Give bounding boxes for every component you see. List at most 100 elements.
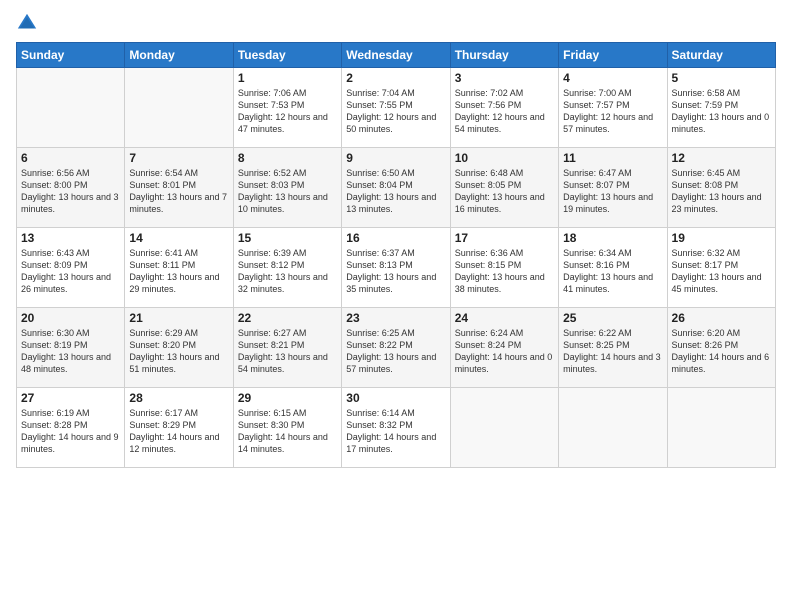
calendar-cell: 29 Sunrise: 6:15 AM Sunset: 8:30 PM Dayli…: [233, 388, 341, 468]
day-info: Sunrise: 6:45 AM Sunset: 8:08 PM Dayligh…: [672, 167, 771, 216]
day-info: Sunrise: 6:37 AM Sunset: 8:13 PM Dayligh…: [346, 247, 445, 296]
logo: [16, 10, 38, 34]
calendar-cell: [559, 388, 667, 468]
day-number: 19: [672, 231, 771, 245]
weekday-header-friday: Friday: [559, 43, 667, 68]
day-info: Sunrise: 6:19 AM Sunset: 8:28 PM Dayligh…: [21, 407, 120, 456]
calendar-cell: 12 Sunrise: 6:45 AM Sunset: 8:08 PM Dayli…: [667, 148, 775, 228]
day-number: 3: [455, 71, 554, 85]
day-number: 2: [346, 71, 445, 85]
day-info: Sunrise: 6:39 AM Sunset: 8:12 PM Dayligh…: [238, 247, 337, 296]
calendar-cell: 25 Sunrise: 6:22 AM Sunset: 8:25 PM Dayli…: [559, 308, 667, 388]
day-info: Sunrise: 7:02 AM Sunset: 7:56 PM Dayligh…: [455, 87, 554, 136]
day-number: 4: [563, 71, 662, 85]
calendar-cell: 23Sunrise: 6:25 AM Sunset: 8:22 PM Dayli…: [342, 308, 450, 388]
calendar-cell: 18 Sunrise: 6:34 AM Sunset: 8:16 PM Dayli…: [559, 228, 667, 308]
calendar-cell: 11 Sunrise: 6:47 AM Sunset: 8:07 PM Dayli…: [559, 148, 667, 228]
day-number: 30: [346, 391, 445, 405]
calendar-cell: 19 Sunrise: 6:32 AM Sunset: 8:17 PM Dayli…: [667, 228, 775, 308]
weekday-header-wednesday: Wednesday: [342, 43, 450, 68]
calendar-cell: 6Sunrise: 6:56 AM Sunset: 8:00 PM Daylig…: [17, 148, 125, 228]
weekday-header-monday: Monday: [125, 43, 233, 68]
calendar-cell: 20Sunrise: 6:30 AM Sunset: 8:19 PM Dayli…: [17, 308, 125, 388]
logo-icon: [16, 12, 38, 34]
calendar-cell: 16Sunrise: 6:37 AM Sunset: 8:13 PM Dayli…: [342, 228, 450, 308]
calendar-week-row: 13 Sunrise: 6:43 AM Sunset: 8:09 PM Dayli…: [17, 228, 776, 308]
day-info: Sunrise: 6:36 AM Sunset: 8:15 PM Dayligh…: [455, 247, 554, 296]
day-info: Sunrise: 6:20 AM Sunset: 8:26 PM Dayligh…: [672, 327, 771, 376]
day-info: Sunrise: 6:29 AM Sunset: 8:20 PM Dayligh…: [129, 327, 228, 376]
calendar-cell: [125, 68, 233, 148]
calendar-cell: 24Sunrise: 6:24 AM Sunset: 8:24 PM Dayli…: [450, 308, 558, 388]
day-number: 6: [21, 151, 120, 165]
day-info: Sunrise: 6:14 AM Sunset: 8:32 PM Dayligh…: [346, 407, 445, 456]
calendar-cell: 10 Sunrise: 6:48 AM Sunset: 8:05 PM Dayli…: [450, 148, 558, 228]
day-info: Sunrise: 7:06 AM Sunset: 7:53 PM Dayligh…: [238, 87, 337, 136]
weekday-header-thursday: Thursday: [450, 43, 558, 68]
calendar-cell: 9 Sunrise: 6:50 AM Sunset: 8:04 PM Daylig…: [342, 148, 450, 228]
day-number: 11: [563, 151, 662, 165]
calendar-cell: 2 Sunrise: 7:04 AM Sunset: 7:55 PM Daylig…: [342, 68, 450, 148]
weekday-header-row: SundayMondayTuesdayWednesdayThursdayFrid…: [17, 43, 776, 68]
day-info: Sunrise: 6:32 AM Sunset: 8:17 PM Dayligh…: [672, 247, 771, 296]
weekday-header-saturday: Saturday: [667, 43, 775, 68]
day-info: Sunrise: 6:54 AM Sunset: 8:01 PM Dayligh…: [129, 167, 228, 216]
day-info: Sunrise: 6:43 AM Sunset: 8:09 PM Dayligh…: [21, 247, 120, 296]
calendar-cell: 15Sunrise: 6:39 AM Sunset: 8:12 PM Dayli…: [233, 228, 341, 308]
day-number: 18: [563, 231, 662, 245]
day-info: Sunrise: 6:34 AM Sunset: 8:16 PM Dayligh…: [563, 247, 662, 296]
calendar-cell: 4 Sunrise: 7:00 AM Sunset: 7:57 PM Daylig…: [559, 68, 667, 148]
page: SundayMondayTuesdayWednesdayThursdayFrid…: [0, 0, 792, 612]
day-number: 29: [238, 391, 337, 405]
calendar-cell: 7Sunrise: 6:54 AM Sunset: 8:01 PM Daylig…: [125, 148, 233, 228]
day-number: 27: [21, 391, 120, 405]
weekday-header-tuesday: Tuesday: [233, 43, 341, 68]
day-number: 22: [238, 311, 337, 325]
calendar-cell: 14 Sunrise: 6:41 AM Sunset: 8:11 PM Dayli…: [125, 228, 233, 308]
calendar-cell: [667, 388, 775, 468]
day-number: 9: [346, 151, 445, 165]
day-info: Sunrise: 6:24 AM Sunset: 8:24 PM Dayligh…: [455, 327, 554, 376]
calendar-cell: [450, 388, 558, 468]
calendar-cell: 8 Sunrise: 6:52 AM Sunset: 8:03 PM Daylig…: [233, 148, 341, 228]
day-info: Sunrise: 6:52 AM Sunset: 8:03 PM Dayligh…: [238, 167, 337, 216]
day-number: 17: [455, 231, 554, 245]
day-info: Sunrise: 6:47 AM Sunset: 8:07 PM Dayligh…: [563, 167, 662, 216]
day-number: 5: [672, 71, 771, 85]
day-number: 8: [238, 151, 337, 165]
day-info: Sunrise: 6:27 AM Sunset: 8:21 PM Dayligh…: [238, 327, 337, 376]
calendar-cell: 17 Sunrise: 6:36 AM Sunset: 8:15 PM Dayli…: [450, 228, 558, 308]
calendar-cell: [17, 68, 125, 148]
calendar-week-row: 20Sunrise: 6:30 AM Sunset: 8:19 PM Dayli…: [17, 308, 776, 388]
day-info: Sunrise: 6:41 AM Sunset: 8:11 PM Dayligh…: [129, 247, 228, 296]
calendar-cell: 28Sunrise: 6:17 AM Sunset: 8:29 PM Dayli…: [125, 388, 233, 468]
day-number: 1: [238, 71, 337, 85]
day-info: Sunrise: 6:58 AM Sunset: 7:59 PM Dayligh…: [672, 87, 771, 136]
calendar-cell: 22 Sunrise: 6:27 AM Sunset: 8:21 PM Dayli…: [233, 308, 341, 388]
day-info: Sunrise: 7:00 AM Sunset: 7:57 PM Dayligh…: [563, 87, 662, 136]
day-number: 12: [672, 151, 771, 165]
day-number: 13: [21, 231, 120, 245]
calendar-week-row: 27 Sunrise: 6:19 AM Sunset: 8:28 PM Dayli…: [17, 388, 776, 468]
day-info: Sunrise: 6:30 AM Sunset: 8:19 PM Dayligh…: [21, 327, 120, 376]
day-info: Sunrise: 6:17 AM Sunset: 8:29 PM Dayligh…: [129, 407, 228, 456]
day-number: 25: [563, 311, 662, 325]
day-info: Sunrise: 7:04 AM Sunset: 7:55 PM Dayligh…: [346, 87, 445, 136]
calendar-week-row: 6Sunrise: 6:56 AM Sunset: 8:00 PM Daylig…: [17, 148, 776, 228]
calendar-cell: 1 Sunrise: 7:06 AM Sunset: 7:53 PM Daylig…: [233, 68, 341, 148]
day-number: 10: [455, 151, 554, 165]
day-info: Sunrise: 6:15 AM Sunset: 8:30 PM Dayligh…: [238, 407, 337, 456]
calendar-cell: 13 Sunrise: 6:43 AM Sunset: 8:09 PM Dayli…: [17, 228, 125, 308]
day-info: Sunrise: 6:48 AM Sunset: 8:05 PM Dayligh…: [455, 167, 554, 216]
calendar-cell: 5 Sunrise: 6:58 AM Sunset: 7:59 PM Daylig…: [667, 68, 775, 148]
weekday-header-sunday: Sunday: [17, 43, 125, 68]
day-info: Sunrise: 6:25 AM Sunset: 8:22 PM Dayligh…: [346, 327, 445, 376]
calendar-cell: 27 Sunrise: 6:19 AM Sunset: 8:28 PM Dayli…: [17, 388, 125, 468]
calendar-cell: 26Sunrise: 6:20 AM Sunset: 8:26 PM Dayli…: [667, 308, 775, 388]
calendar-cell: 30 Sunrise: 6:14 AM Sunset: 8:32 PM Dayli…: [342, 388, 450, 468]
day-number: 14: [129, 231, 228, 245]
day-info: Sunrise: 6:22 AM Sunset: 8:25 PM Dayligh…: [563, 327, 662, 376]
calendar-table: SundayMondayTuesdayWednesdayThursdayFrid…: [16, 42, 776, 468]
calendar-cell: 3 Sunrise: 7:02 AM Sunset: 7:56 PM Daylig…: [450, 68, 558, 148]
day-info: Sunrise: 6:50 AM Sunset: 8:04 PM Dayligh…: [346, 167, 445, 216]
